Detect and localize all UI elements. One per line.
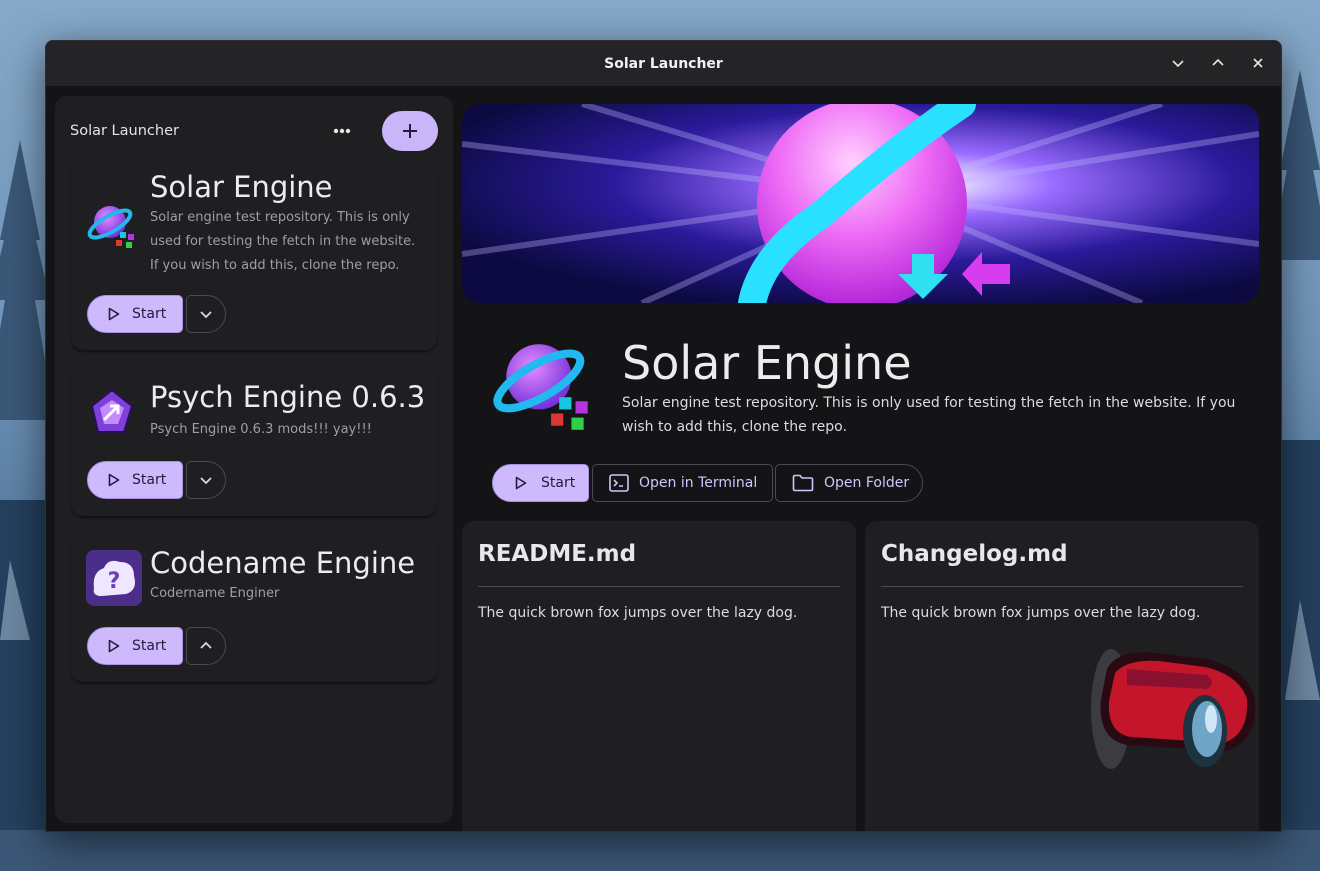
svg-text:?: ? xyxy=(108,569,121,594)
start-label: Start xyxy=(541,475,576,491)
title-bar: Solar Launcher xyxy=(46,41,1281,87)
close-button[interactable] xyxy=(1243,48,1273,78)
add-mod-button[interactable] xyxy=(382,111,438,151)
start-button[interactable]: Start xyxy=(87,295,183,333)
sidebar-title: Solar Launcher xyxy=(70,123,179,139)
chevron-down-icon xyxy=(1172,60,1184,68)
start-label: Start xyxy=(132,306,167,322)
mod-description: Solar engine test repository. This is on… xyxy=(150,210,416,273)
mod-description: Psych Engine 0.6.3 mods!!! yay!!! xyxy=(150,422,372,437)
start-label: Start xyxy=(132,638,167,654)
changelog-text: The quick brown fox jumps over the lazy … xyxy=(881,605,1201,621)
psych-engine-icon xyxy=(90,388,134,433)
close-icon xyxy=(1253,58,1263,68)
mod-detail-description: Solar engine test repository. This is on… xyxy=(622,395,1236,435)
banner-image xyxy=(462,104,1259,303)
mod-description: Codername Enginer xyxy=(150,586,280,601)
minimize-button[interactable] xyxy=(1163,48,1193,78)
play-icon xyxy=(515,476,527,490)
mod-detail-title: Solar Engine xyxy=(622,336,912,390)
open-folder-button[interactable]: Open Folder xyxy=(775,464,923,502)
expand-toggle-button[interactable] xyxy=(186,295,226,333)
terminal-label: Open in Terminal xyxy=(639,475,758,491)
chevron-down-icon xyxy=(200,311,212,319)
readme-panel: README.md The quick brown fox jumps over… xyxy=(462,521,856,831)
terminal-icon xyxy=(609,474,629,492)
mod-card-codename-engine[interactable]: ? Codename Engine Codername Enginer Star… xyxy=(71,532,437,682)
mod-title: Psych Engine 0.6.3 xyxy=(150,380,426,414)
mod-card-solar-engine[interactable]: Solar Engine Solar engine test repositor… xyxy=(71,162,437,350)
mod-card-psych-engine[interactable]: Psych Engine 0.6.3 Psych Engine 0.6.3 mo… xyxy=(71,366,437,516)
codename-engine-icon: ? xyxy=(86,550,142,606)
collapse-toggle-button[interactable] xyxy=(186,627,226,665)
expand-toggle-button[interactable] xyxy=(186,461,226,499)
play-icon xyxy=(108,639,120,653)
start-button[interactable]: Start xyxy=(87,627,183,665)
solar-engine-icon xyxy=(87,206,134,248)
crewmate-mascot-image xyxy=(1091,649,1256,769)
start-label: Start xyxy=(132,472,167,488)
chevron-up-icon xyxy=(200,641,212,649)
mod-title: Codename Engine xyxy=(150,546,416,580)
readme-text: The quick brown fox jumps over the lazy … xyxy=(478,605,798,621)
play-icon xyxy=(108,473,120,487)
mod-title: Solar Engine xyxy=(150,170,333,204)
readme-title: README.md xyxy=(478,541,637,567)
more-icon xyxy=(333,128,351,134)
app-window: Solar Launcher Solar Launcher Solar Engi… xyxy=(45,40,1282,832)
changelog-panel: Changelog.md The quick brown fox jumps o… xyxy=(865,521,1259,831)
plus-icon xyxy=(403,124,417,138)
divider xyxy=(881,586,1243,587)
folder-label: Open Folder xyxy=(824,475,910,491)
play-icon xyxy=(108,307,120,321)
changelog-title: Changelog.md xyxy=(881,541,1068,567)
maximize-button[interactable] xyxy=(1203,48,1233,78)
sidebar: Solar Launcher Solar Engine Solar engine… xyxy=(55,96,453,823)
window-title: Solar Launcher xyxy=(604,55,723,72)
start-button[interactable]: Start xyxy=(492,464,589,502)
solar-engine-logo xyxy=(493,344,588,430)
chevron-up-icon xyxy=(1212,58,1224,66)
chevron-down-icon xyxy=(200,477,212,485)
open-terminal-button[interactable]: Open in Terminal xyxy=(592,464,773,502)
folder-icon xyxy=(792,474,814,492)
more-options-button[interactable] xyxy=(329,117,355,145)
start-button[interactable]: Start xyxy=(87,461,183,499)
detail-panel: Solar Engine Solar engine test repositor… xyxy=(462,96,1272,831)
divider xyxy=(478,586,840,587)
